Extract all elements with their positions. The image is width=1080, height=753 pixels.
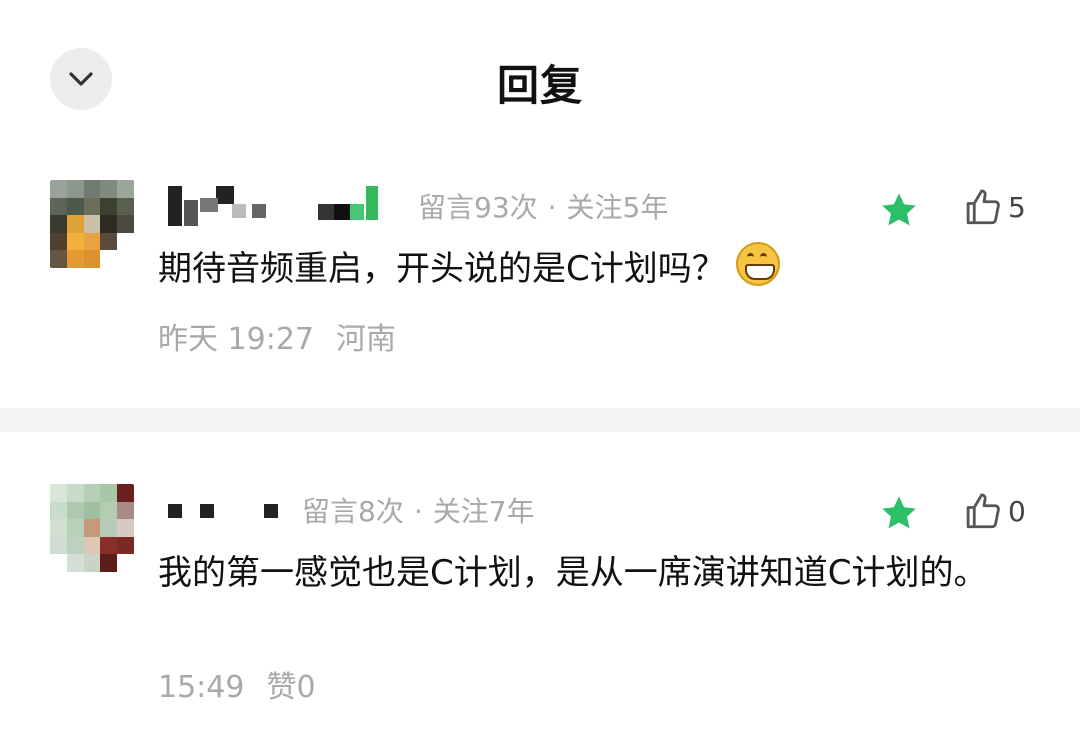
follow-duration: 关注7年 bbox=[432, 495, 535, 528]
comment-meta: 留言8次 · 关注7年 bbox=[302, 490, 535, 530]
comment-text-body: 我的第一感觉也是C计划，是从一席演讲知道C计划的。 bbox=[158, 553, 988, 593]
avatar[interactable] bbox=[50, 484, 134, 572]
nickname-masked[interactable] bbox=[160, 186, 390, 226]
follow-duration: 关注5年 bbox=[566, 191, 669, 224]
like-button[interactable]: 5 bbox=[962, 186, 1026, 228]
section-divider bbox=[0, 408, 1080, 432]
star-icon[interactable] bbox=[878, 492, 920, 534]
comment-location: 河南 bbox=[336, 322, 396, 357]
comment-text: 期待音频重启，开头说的是C计划吗？ bbox=[158, 238, 998, 300]
meta-separator: · bbox=[413, 495, 423, 528]
comment-footer: 昨天 19:27 河南 bbox=[158, 314, 396, 358]
comment-footer: 15:49 赞0 bbox=[158, 662, 316, 706]
meta-separator: · bbox=[547, 191, 557, 224]
avatar[interactable] bbox=[50, 180, 134, 268]
comment-time: 昨天 19:27 bbox=[158, 322, 314, 357]
thumbs-up-icon bbox=[966, 189, 1000, 225]
comment-time: 15:49 bbox=[158, 670, 245, 705]
comment-text-body: 期待音频重启，开头说的是C计划吗？ bbox=[158, 249, 726, 289]
comment-text: 我的第一感觉也是C计划，是从一席演讲知道C计划的。 bbox=[158, 542, 998, 604]
comment-item: 留言93次 · 关注5年 5 期待音频重启，开头说的是C计划吗？ 昨天 19:27 河… bbox=[0, 0, 1080, 408]
thumbs-up-icon bbox=[966, 493, 1000, 529]
comment-item: 留言8次 · 关注7年 0 我的第一感觉也是C计划，是从一席演讲知道C计划的。 15… bbox=[0, 432, 1080, 753]
grinning-face-icon bbox=[735, 242, 780, 286]
like-count: 0 bbox=[1008, 494, 1026, 528]
nickname-masked[interactable] bbox=[160, 498, 290, 538]
comment-count: 留言8次 bbox=[302, 495, 404, 528]
reply-like-button[interactable]: 赞0 bbox=[266, 670, 315, 705]
comment-meta: 留言93次 · 关注5年 bbox=[418, 186, 668, 226]
like-count: 5 bbox=[1008, 190, 1026, 224]
star-icon[interactable] bbox=[878, 189, 920, 231]
comment-count: 留言93次 bbox=[418, 191, 538, 224]
like-button[interactable]: 0 bbox=[962, 490, 1026, 532]
